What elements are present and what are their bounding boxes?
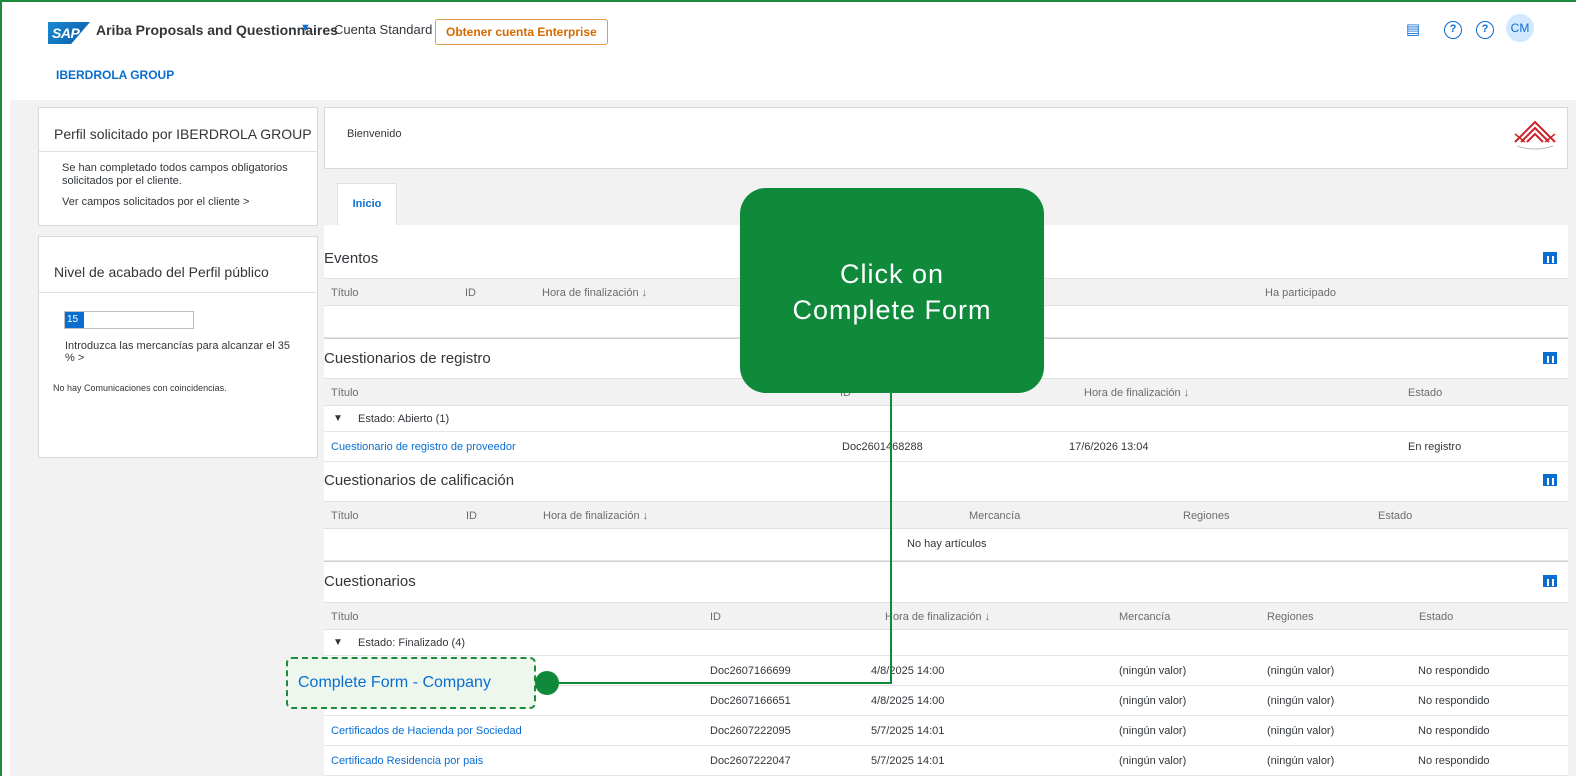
end-time: 5/7/2025 14:01 (871, 725, 945, 737)
help-icon[interactable]: ? (1444, 21, 1462, 39)
end-time: 4/8/2025 14:00 (871, 695, 945, 707)
col-end-time[interactable]: Hora de finalización ↓ (1084, 387, 1189, 399)
group-label: Estado: Finalizado (4) (358, 637, 465, 649)
callout-line-1: Click on (839, 259, 945, 289)
table-row[interactable]: Cuestionario de registro de proveedor Do… (324, 432, 1568, 462)
status: No respondido (1418, 665, 1490, 677)
complete-form-company-link[interactable]: Complete Form - Company (286, 657, 536, 709)
group-finished[interactable]: ▼ Estado: Finalizado (4) (324, 630, 1568, 656)
connector-horizontal (555, 682, 892, 684)
table-settings-icon[interactable] (1543, 352, 1557, 364)
help-circle-icon[interactable]: ? (1476, 21, 1494, 39)
instruction-callout: Click on Complete Form (740, 188, 1044, 393)
table-row[interactable]: Certificado Residencia por pais Doc26072… (324, 746, 1568, 776)
get-enterprise-button[interactable]: Obtener cuenta Enterprise (435, 19, 608, 45)
profile-panel-title: Perfil solicitado por IBERDROLA GROUP (54, 126, 312, 142)
chat-icon[interactable]: ▤ (1404, 21, 1422, 39)
col-regions[interactable]: Regiones (1267, 611, 1313, 623)
collapse-triangle-icon[interactable]: ▼ (333, 637, 343, 648)
profile-panel: Perfil solicitado por IBERDROLA GROUP Se… (38, 107, 318, 226)
collapse-triangle-icon[interactable]: ▼ (333, 413, 343, 424)
col-regions[interactable]: Regiones (1183, 510, 1229, 522)
col-status[interactable]: Estado (1378, 510, 1412, 522)
registration-title: Cuestionarios de registro (324, 350, 491, 367)
status: No respondido (1418, 725, 1490, 737)
qualification-title: Cuestionarios de calificación (324, 472, 515, 489)
qualification-table-header: Título ID Hora de finalización ↓ Mercanc… (324, 501, 1568, 529)
doc-id: Doc2601468288 (842, 441, 923, 453)
doc-id: Doc2607222047 (710, 755, 791, 767)
no-communications: No hay Comunicaciones con coincidencias. (53, 383, 227, 393)
view-requested-fields-link[interactable]: Ver campos solicitados por el cliente > (62, 196, 249, 208)
connector-dot (535, 671, 559, 695)
commodity: (ningún valor) (1119, 755, 1187, 767)
col-title[interactable]: Título (331, 287, 359, 299)
col-title[interactable]: Título (331, 510, 359, 522)
status: No respondido (1418, 755, 1490, 767)
commodity: (ningún valor) (1119, 695, 1187, 707)
col-id[interactable]: ID (710, 611, 721, 623)
questionnaires-table-header: Título ID Hora de finalización ↓ Mercanc… (324, 602, 1568, 630)
doc-id: Doc2607222095 (710, 725, 791, 737)
customer-logo-icon (1514, 120, 1556, 150)
no-items: No hay artículos (907, 538, 987, 550)
col-participated[interactable]: Ha participado (1265, 287, 1336, 299)
col-end-time[interactable]: Hora de finalización ↓ (542, 287, 647, 299)
table-settings-icon[interactable] (1543, 252, 1557, 264)
status: No respondido (1418, 695, 1490, 707)
welcome-text: Bienvenido (347, 128, 402, 140)
avatar[interactable]: CM (1506, 14, 1534, 42)
add-commodities-link[interactable]: Introduzca las mercancías para alcanzar … (65, 340, 295, 364)
progress-fill: 15 % (65, 312, 85, 341)
end-time: 17/6/2026 13:04 (1069, 441, 1149, 453)
col-title[interactable]: Título (331, 387, 359, 399)
group-open[interactable]: ▼ Estado: Abierto (1) (324, 406, 1568, 432)
callout-line-2: Complete Form (792, 295, 992, 325)
col-end-time[interactable]: Hora de finalización ↓ (885, 611, 990, 623)
regions: (ningún valor) (1267, 665, 1335, 677)
completion-panel: Nivel de acabado del Perfil público Intr… (38, 236, 318, 458)
completion-panel-title: Nivel de acabado del Perfil público (54, 264, 269, 280)
commodity: (ningún valor) (1119, 665, 1187, 677)
tab-inicio[interactable]: Inicio (337, 183, 397, 225)
questionnaire-link[interactable]: Cuestionario de registro de proveedor (331, 441, 516, 453)
events-title: Eventos (324, 250, 379, 267)
col-id[interactable]: ID (466, 510, 477, 522)
col-commodity[interactable]: Mercancía (1119, 611, 1170, 623)
end-time: 5/7/2025 14:01 (871, 755, 945, 767)
sap-logo: SAP (48, 22, 90, 44)
divider (324, 561, 1568, 562)
account-type: Cuenta Standard (334, 22, 433, 37)
doc-id: Doc2607166651 (710, 695, 791, 707)
regions: (ningún valor) (1267, 755, 1335, 767)
empty-row: No hay artículos (324, 529, 1568, 561)
doc-id: Doc2607166699 (710, 665, 791, 677)
table-settings-icon[interactable] (1543, 575, 1557, 587)
commodity: (ningún valor) (1119, 725, 1187, 737)
col-end-time[interactable]: Hora de finalización ↓ (543, 510, 648, 522)
questionnaire-link[interactable]: Certificado Residencia por pais (331, 755, 483, 767)
col-status[interactable]: Estado (1419, 611, 1453, 623)
table-row[interactable]: Certificados de Hacienda por Sociedad Do… (324, 716, 1568, 746)
col-id[interactable]: ID (465, 287, 476, 299)
col-commodity[interactable]: Mercancía (969, 510, 1020, 522)
chevron-down-icon[interactable]: ▼ (300, 22, 311, 34)
regions: (ningún valor) (1267, 725, 1335, 737)
profile-progress-bar: 15 % (64, 311, 194, 341)
regions: (ningún valor) (1267, 695, 1335, 707)
status: En registro (1408, 441, 1462, 453)
group-label: Estado: Abierto (1) (358, 413, 450, 425)
org-name: IBERDROLA GROUP (56, 68, 175, 82)
profile-message: Se han completado todos campos obligator… (62, 162, 288, 187)
welcome-banner: Bienvenido (324, 107, 1568, 169)
end-time: 4/8/2025 14:00 (871, 665, 945, 677)
col-title[interactable]: Título (331, 611, 359, 623)
shell-header: SAP Ariba Proposals and Questionnaires ▼… (10, 10, 1576, 100)
questionnaire-link[interactable]: Certificados de Hacienda por Sociedad (331, 725, 522, 737)
connector-vertical (890, 392, 892, 684)
questionnaires-title: Cuestionarios (324, 573, 416, 590)
col-status[interactable]: Estado (1408, 387, 1442, 399)
table-settings-icon[interactable] (1543, 474, 1557, 486)
